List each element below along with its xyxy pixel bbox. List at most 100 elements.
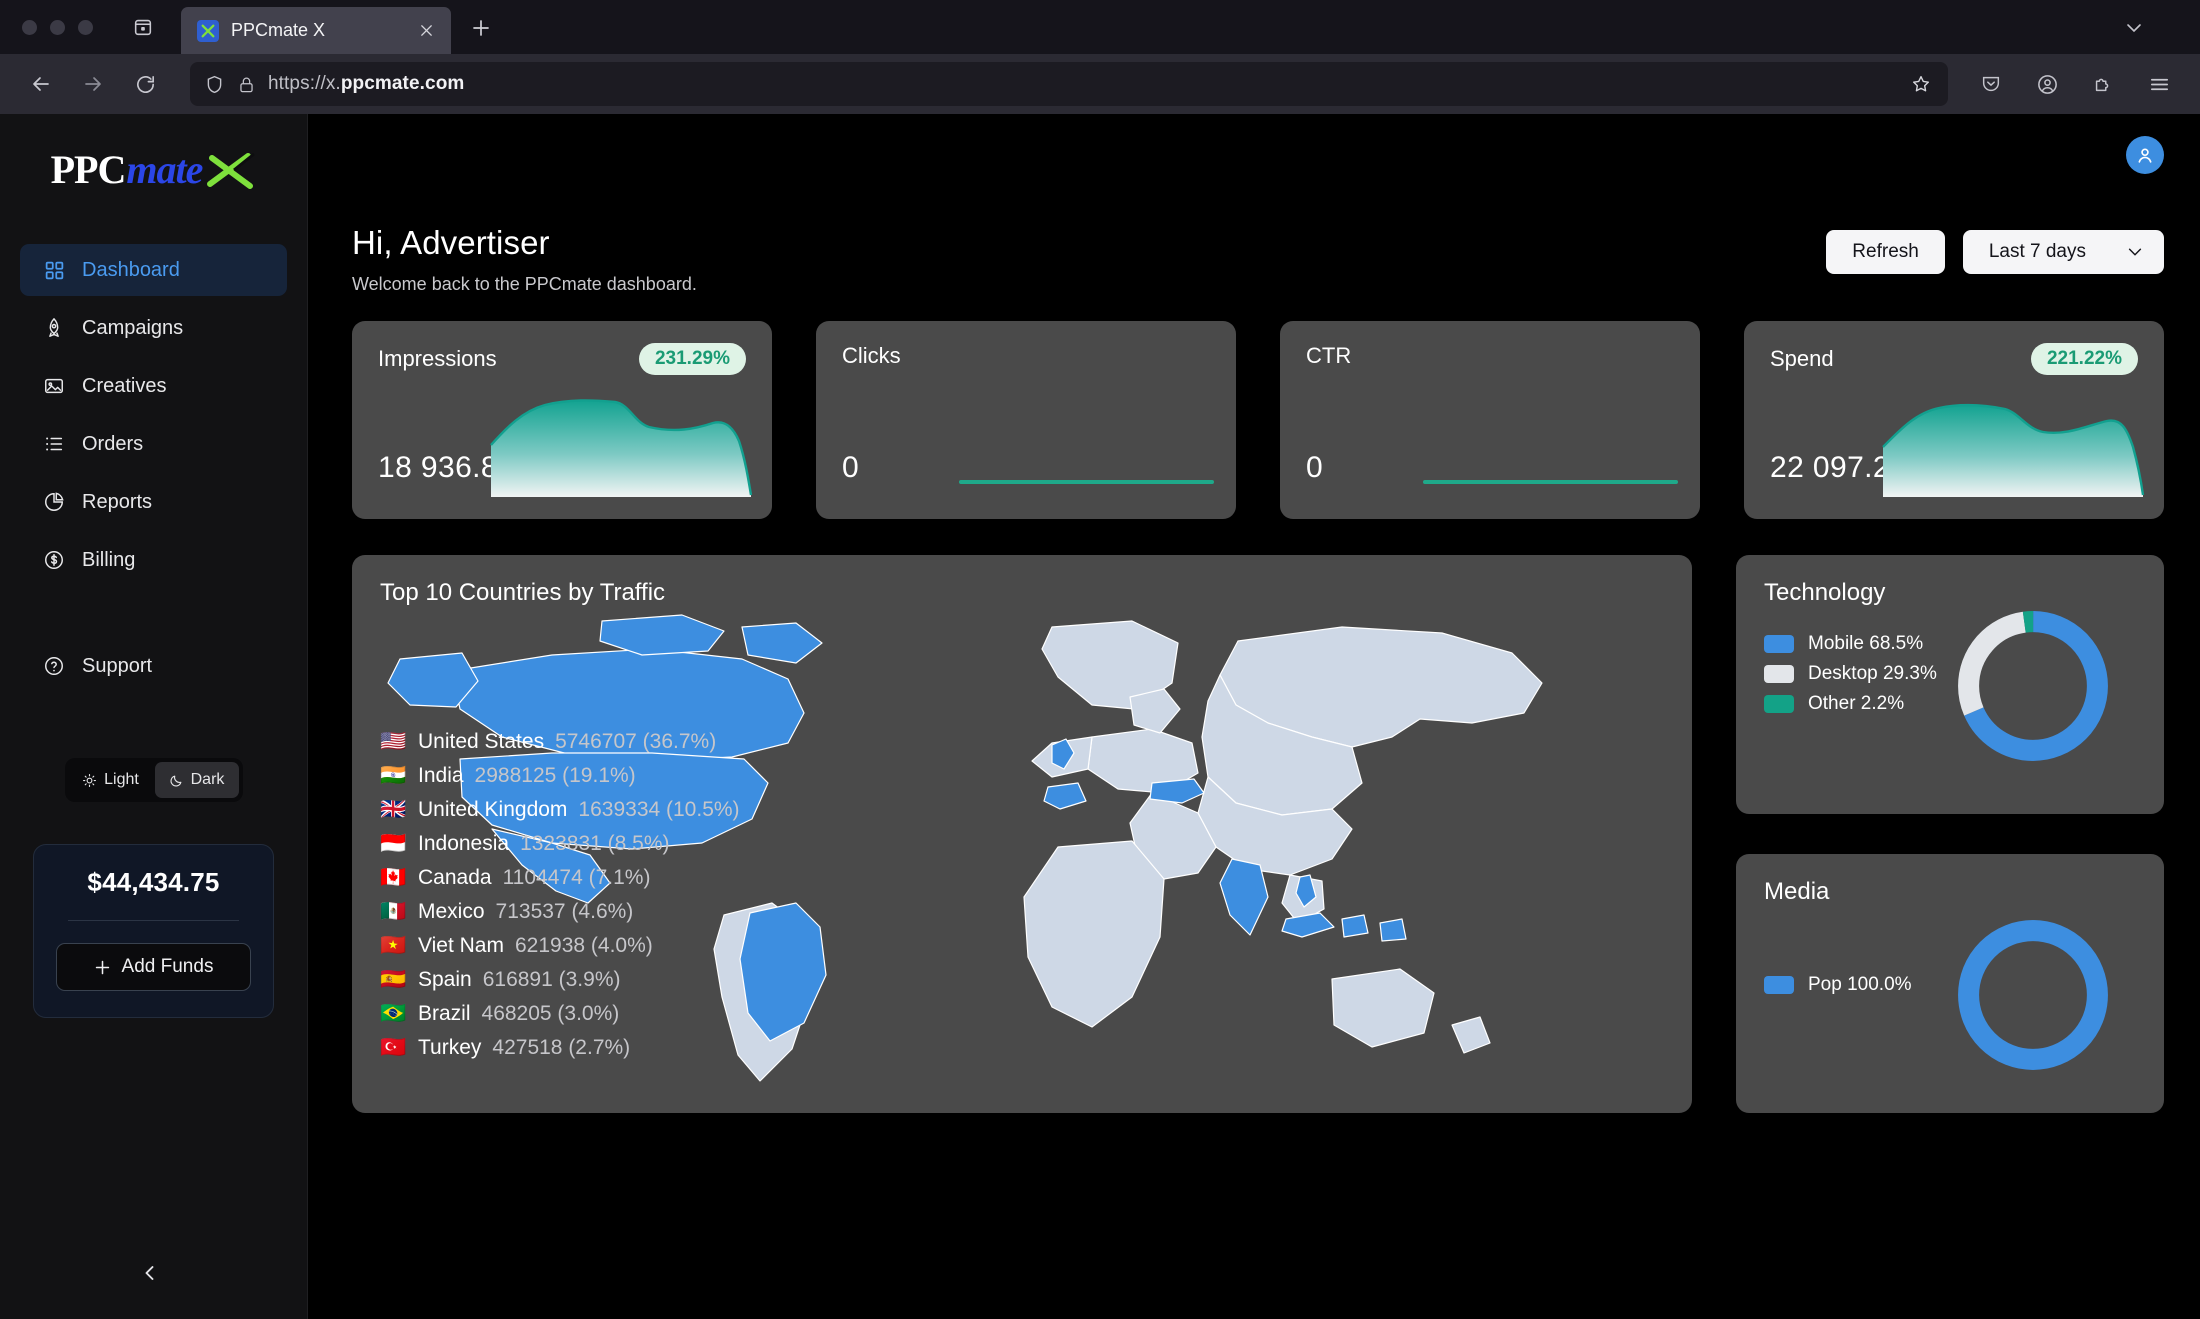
kpi-card-header: Spend 221.22% <box>1770 343 2138 375</box>
pie-chart-icon <box>42 490 66 514</box>
list-item[interactable]: 🇨🇦 Canada 1104474 (7.1%) <box>380 861 740 895</box>
clicks-sparkline <box>959 480 1214 484</box>
sidebar-item-label: Billing <box>82 548 136 571</box>
country-stat: 1323831 (8.5%) <box>520 832 670 855</box>
kpi-label: Spend <box>1770 346 1834 371</box>
legend-item[interactable]: Mobile 68.5% <box>1764 629 1937 659</box>
date-range-label: Last 7 days <box>1988 241 2086 262</box>
sidebar-item-label: Orders <box>82 432 144 455</box>
refresh-button[interactable]: Refresh <box>1826 230 1945 274</box>
list-item[interactable]: 🇻🇳 Viet Nam 621938 (4.0%) <box>380 929 740 963</box>
account-icon[interactable] <box>2024 61 2070 107</box>
list-item[interactable]: 🇺🇸 United States 5746707 (36.7%) <box>380 725 740 759</box>
extensions-icon[interactable] <box>2080 61 2126 107</box>
list-item[interactable]: 🇪🇸 Spain 616891 (3.9%) <box>380 963 740 997</box>
window-controls[interactable] <box>14 0 109 54</box>
tab-title: PPCmate X <box>231 20 326 40</box>
star-icon[interactable] <box>1904 67 1938 101</box>
sidebar-item-campaigns[interactable]: Campaigns <box>20 302 287 354</box>
kpi-card-impressions[interactable]: Impressions 231.29% 18 936.82k <box>352 321 772 519</box>
country-name: United States <box>418 730 545 753</box>
hamburger-menu-icon[interactable] <box>2136 61 2182 107</box>
add-funds-label: Add Funds <box>121 956 214 977</box>
list-item[interactable]: 🇮🇩 Indonesia 1323831 (8.5%) <box>380 827 740 861</box>
legend-label: Mobile 68.5% <box>1808 633 1924 654</box>
sidebar-item-creatives[interactable]: Creatives <box>20 360 287 412</box>
chevron-down-icon[interactable] <box>2116 10 2152 46</box>
avatar[interactable] <box>2126 136 2164 174</box>
pocket-icon[interactable] <box>1968 61 2014 107</box>
sidebar-item-billing[interactable]: Billing <box>20 534 287 586</box>
panel-title: Media <box>1764 878 1830 905</box>
browser-tab[interactable]: PPCmate X <box>181 7 451 54</box>
legend-swatch <box>1764 635 1794 653</box>
media-donut <box>1958 920 2108 1070</box>
theme-option-dark[interactable]: Dark <box>154 762 239 798</box>
minimize-window-button[interactable] <box>50 19 65 35</box>
country-stat: 1104474 (7.1%) <box>502 866 651 889</box>
dollar-circle-icon <box>42 548 66 572</box>
list-item[interactable]: 🇹🇷 Turkey 427518 (2.7%) <box>380 1031 740 1065</box>
technology-panel: Technology Mobile 68.5% Desktop 29.3% Ot… <box>1736 555 2164 814</box>
maximize-window-button[interactable] <box>78 19 93 35</box>
shield-icon[interactable] <box>204 74 225 95</box>
media-panel: Media Pop 100.0% <box>1736 854 2164 1113</box>
theme-option-light-label: Light <box>104 771 139 788</box>
sidebar-collapse-button[interactable] <box>0 1227 307 1319</box>
sidebar-item-label: Support <box>82 654 153 677</box>
back-arrow-icon[interactable] <box>18 61 64 107</box>
country-stat: 5746707 (36.7%) <box>555 730 717 753</box>
legend-swatch <box>1764 976 1794 994</box>
address-bar[interactable]: https://x.ppcmate.com <box>190 62 1948 106</box>
kpi-value: 0 <box>1306 451 1324 484</box>
sidebar-item-label: Campaigns <box>82 316 184 339</box>
kpi-card-spend[interactable]: Spend 221.22% 22 097.24 <box>1744 321 2164 519</box>
tab-strip: PPCmate X <box>0 0 2200 54</box>
close-window-button[interactable] <box>22 19 37 35</box>
legend-item[interactable]: Pop 100.0% <box>1764 970 1912 1000</box>
forward-arrow-icon[interactable] <box>70 61 116 107</box>
country-stat: 621938 (4.0%) <box>514 934 653 957</box>
app-logo[interactable]: PPC mate <box>0 114 307 226</box>
country-name: Turkey <box>418 1036 482 1059</box>
list-item[interactable]: 🇮🇳 India 2988125 (19.1%) <box>380 759 740 793</box>
kpi-card-clicks[interactable]: Clicks 0 <box>816 321 1236 519</box>
sidebar-item-dashboard[interactable]: Dashboard <box>20 244 287 296</box>
list-item[interactable]: 🇬🇧 United Kingdom 1639334 (10.5%) <box>380 793 740 827</box>
sidebar-nav: Dashboard Campaigns Creatives Orders Rep… <box>0 226 307 586</box>
logo-text-ppc: PPC <box>50 147 127 192</box>
question-circle-icon <box>42 654 66 678</box>
close-icon[interactable] <box>413 18 439 44</box>
x-mark-logo-icon <box>204 150 256 190</box>
legend-label: Pop 100.0% <box>1808 974 1912 995</box>
new-tab-button[interactable] <box>461 8 501 48</box>
url-text: https://x.ppcmate.com <box>268 73 465 94</box>
list-item[interactable]: 🇧🇷 Brazil 468205 (3.0%) <box>380 997 740 1031</box>
country-name: United Kingdom <box>418 798 568 821</box>
app-topbar <box>308 114 2200 196</box>
sidebar-item-support[interactable]: Support <box>20 640 287 692</box>
lock-icon[interactable] <box>237 75 256 94</box>
date-range-select[interactable]: Last 7 days <box>1962 230 2164 274</box>
list-all-tabs-icon[interactable] <box>123 7 163 47</box>
legend-item[interactable]: Other 2.2% <box>1764 689 1937 719</box>
theme-option-light[interactable]: Light <box>69 762 153 798</box>
logo-text-mate: mate <box>126 147 203 192</box>
theme-toggle[interactable]: Light Dark <box>64 758 243 802</box>
reload-icon[interactable] <box>122 61 168 107</box>
sidebar-item-orders[interactable]: Orders <box>20 418 287 470</box>
list-item[interactable]: 🇲🇽 Mexico 713537 (4.6%) <box>380 895 740 929</box>
kpi-card-ctr[interactable]: CTR 0 <box>1280 321 1700 519</box>
legend-item[interactable]: Desktop 29.3% <box>1764 659 1937 689</box>
spend-sparkline <box>1882 403 2145 497</box>
plus-icon <box>94 959 111 976</box>
page-title: Hi, Advertiser <box>352 224 550 261</box>
balance-amount: $44,434.75 <box>87 867 220 897</box>
country-stat: 1639334 (10.5%) <box>578 798 740 821</box>
add-funds-button[interactable]: Add Funds <box>56 943 251 991</box>
flag-icon: 🇬🇧 <box>380 798 407 821</box>
kpi-value: 0 <box>842 451 860 484</box>
kpi-card-header: Impressions 231.29% <box>378 343 746 375</box>
kpi-card-header: Clicks <box>842 343 1210 369</box>
sidebar-item-reports[interactable]: Reports <box>20 476 287 528</box>
